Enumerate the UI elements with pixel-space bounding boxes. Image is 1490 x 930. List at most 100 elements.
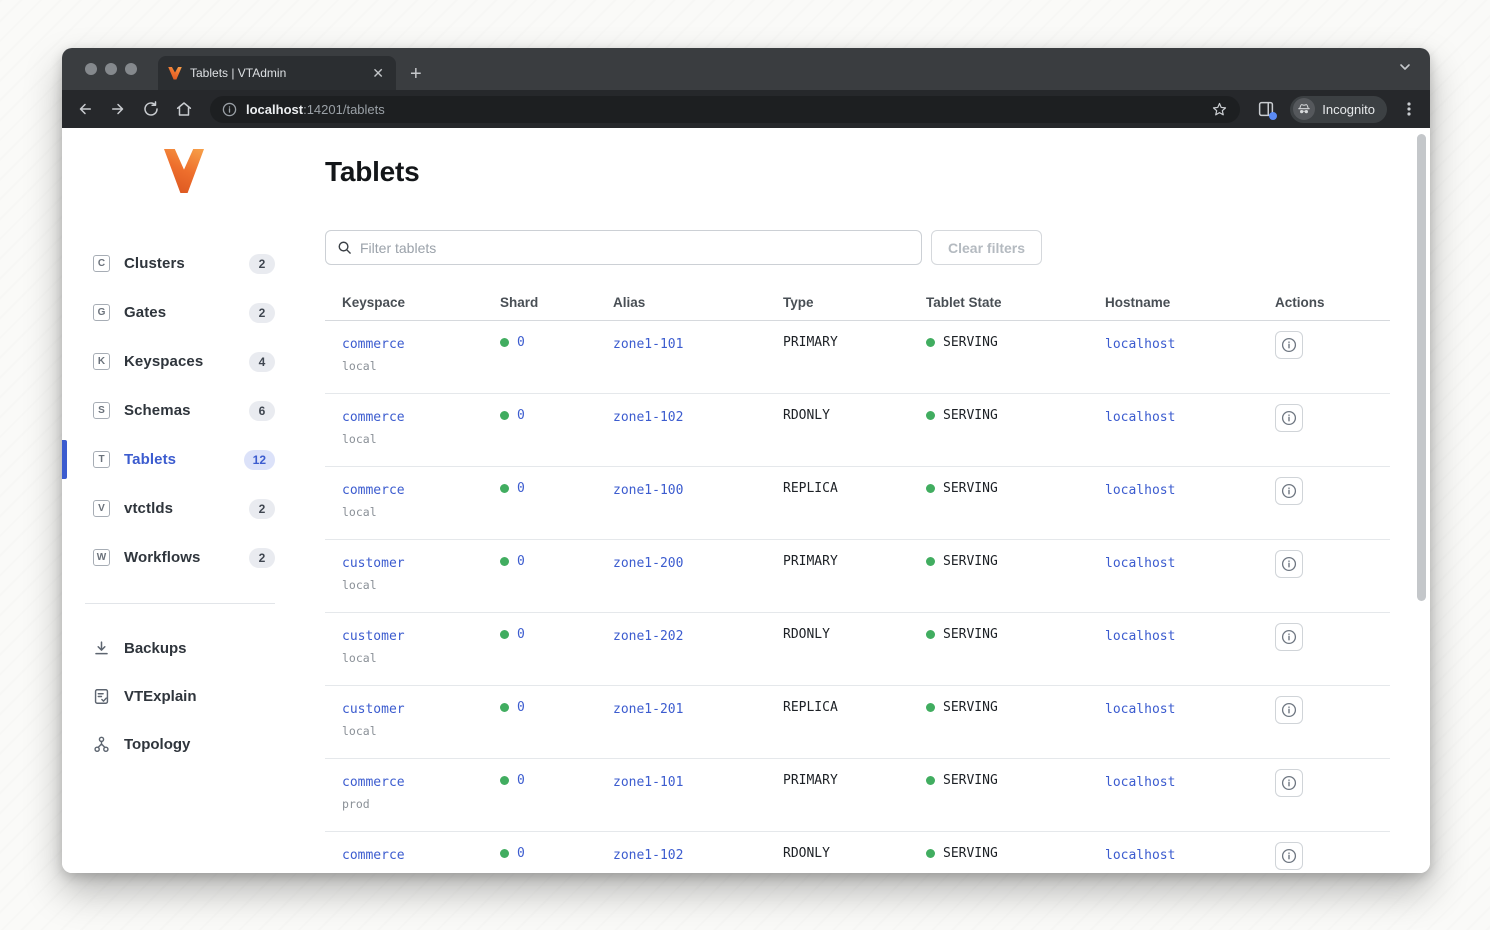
sidebar-item-label: Backups xyxy=(124,640,187,657)
tablet-info-button[interactable] xyxy=(1275,550,1303,578)
home-icon[interactable] xyxy=(175,100,193,118)
count-badge: 12 xyxy=(244,450,275,470)
column-header-type: Type xyxy=(783,295,926,310)
sidebar-item-keyspaces[interactable]: K Keyspaces 4 xyxy=(93,337,275,386)
hostname-link[interactable]: localhost xyxy=(1105,775,1175,790)
sidebar-item-workflows[interactable]: W Workflows 2 xyxy=(93,533,275,582)
url-bar[interactable]: localhost:14201/tablets xyxy=(210,96,1240,123)
tablet-state: SERVING xyxy=(943,700,998,715)
new-tab-button[interactable]: + xyxy=(410,64,422,84)
hostname-link[interactable]: localhost xyxy=(1105,410,1175,425)
keyspace-link[interactable]: commerce xyxy=(342,410,405,425)
site-info-icon[interactable] xyxy=(222,102,237,117)
table-header-row: Keyspace Shard Alias Type Tablet State H… xyxy=(325,295,1390,321)
hostname-link[interactable]: localhost xyxy=(1105,483,1175,498)
tablet-alias-link[interactable]: zone1-200 xyxy=(613,556,683,571)
back-icon[interactable] xyxy=(76,100,94,118)
shard-link[interactable]: 0 xyxy=(517,481,525,496)
chevron-down-icon[interactable] xyxy=(1398,60,1412,74)
tablet-info-button[interactable] xyxy=(1275,769,1303,797)
sidebar-item-gates[interactable]: G Gates 2 xyxy=(93,288,275,337)
tablet-alias-link[interactable]: zone1-101 xyxy=(613,775,683,790)
serving-status-dot-icon xyxy=(926,338,935,347)
browser-tab[interactable]: Tablets | VTAdmin ✕ xyxy=(158,56,396,90)
tablet-state: SERVING xyxy=(943,408,998,423)
sidebar-item-vtexplain[interactable]: VTExplain xyxy=(93,672,275,720)
sidebar-item-label: Topology xyxy=(124,736,190,753)
table-row: customer local 0 zone1-200 PRIMARY SERVI… xyxy=(325,540,1390,613)
shard-link[interactable]: 0 xyxy=(517,408,525,423)
keyspace-link[interactable]: customer xyxy=(342,702,405,717)
minimize-window-button[interactable] xyxy=(105,63,117,75)
keyspace-link[interactable]: commerce xyxy=(342,775,405,790)
tablet-state: SERVING xyxy=(943,773,998,788)
tablet-alias-link[interactable]: zone1-202 xyxy=(613,629,683,644)
tablet-alias-link[interactable]: zone1-102 xyxy=(613,848,683,863)
tablet-info-button[interactable] xyxy=(1275,623,1303,651)
info-icon xyxy=(1281,702,1297,718)
tab-close-icon[interactable]: ✕ xyxy=(370,66,386,80)
sidebar-item-schemas[interactable]: S Schemas 6 xyxy=(93,386,275,435)
tablet-alias-link[interactable]: zone1-101 xyxy=(613,337,683,352)
side-panel-icon[interactable] xyxy=(1257,100,1275,118)
maximize-window-button[interactable] xyxy=(125,63,137,75)
tablet-type: RDONLY xyxy=(783,846,926,861)
url-text[interactable]: localhost:14201/tablets xyxy=(246,102,1202,117)
tablet-alias-link[interactable]: zone1-102 xyxy=(613,410,683,425)
serving-status-dot-icon xyxy=(926,484,935,493)
tablet-alias-link[interactable]: zone1-100 xyxy=(613,483,683,498)
sidebar-item-backups[interactable]: Backups xyxy=(93,624,275,672)
table-body: commerce local 0 zone1-101 PRIMARY SERVI… xyxy=(325,321,1390,873)
shard-link[interactable]: 0 xyxy=(517,335,525,350)
cluster-name: local xyxy=(342,505,500,519)
shard-link[interactable]: 0 xyxy=(517,846,525,861)
tablet-info-button[interactable] xyxy=(1275,404,1303,432)
keyspace-link[interactable]: commerce xyxy=(342,848,405,863)
sidebar-item-tablets[interactable]: T Tablets 12 xyxy=(93,435,275,484)
cluster-name: prod xyxy=(342,797,500,811)
tablet-type: RDONLY xyxy=(783,408,926,423)
table-row: commerce local 0 zone1-100 REPLICA SERVI… xyxy=(325,467,1390,540)
forward-icon[interactable] xyxy=(109,100,127,118)
vertical-scrollbar[interactable] xyxy=(1417,134,1426,601)
tablet-type: PRIMARY xyxy=(783,554,926,569)
tablet-info-button[interactable] xyxy=(1275,331,1303,359)
window-controls xyxy=(85,63,137,75)
hostname-link[interactable]: localhost xyxy=(1105,848,1175,863)
tablet-info-button[interactable] xyxy=(1275,696,1303,724)
tab-title: Tablets | VTAdmin xyxy=(190,66,362,80)
keyspace-link[interactable]: customer xyxy=(342,629,405,644)
reload-icon[interactable] xyxy=(142,100,160,118)
url-host: localhost xyxy=(246,102,303,117)
sidebar-item-topology[interactable]: Topology xyxy=(93,720,275,768)
vitess-logo[interactable] xyxy=(164,149,204,193)
clusters-letter-icon: C xyxy=(93,255,110,272)
topology-icon xyxy=(92,735,111,754)
clear-filters-button[interactable]: Clear filters xyxy=(931,230,1042,265)
shard-link[interactable]: 0 xyxy=(517,700,525,715)
hostname-link[interactable]: localhost xyxy=(1105,702,1175,717)
bookmark-star-icon[interactable] xyxy=(1211,101,1228,118)
tablet-alias-link[interactable]: zone1-201 xyxy=(613,702,683,717)
hostname-link[interactable]: localhost xyxy=(1105,556,1175,571)
shard-link[interactable]: 0 xyxy=(517,773,525,788)
keyspace-link[interactable]: commerce xyxy=(342,337,405,352)
tablet-info-button[interactable] xyxy=(1275,477,1303,505)
hostname-link[interactable]: localhost xyxy=(1105,337,1175,352)
keyspace-link[interactable]: customer xyxy=(342,556,405,571)
sidebar-item-vtctlds[interactable]: V vtctlds 2 xyxy=(93,484,275,533)
hostname-link[interactable]: localhost xyxy=(1105,629,1175,644)
sidebar-item-clusters[interactable]: C Clusters 2 xyxy=(93,239,275,288)
filter-tablets-input[interactable] xyxy=(360,240,910,256)
tablet-info-button[interactable] xyxy=(1275,842,1303,870)
shard-link[interactable]: 0 xyxy=(517,627,525,642)
serving-status-dot-icon xyxy=(926,411,935,420)
sidebar-item-label: Keyspaces xyxy=(124,353,203,370)
shard-link[interactable]: 0 xyxy=(517,554,525,569)
browser-menu-icon[interactable] xyxy=(1402,100,1416,118)
filter-row: Clear filters xyxy=(325,230,1390,265)
keyspace-link[interactable]: commerce xyxy=(342,483,405,498)
close-window-button[interactable] xyxy=(85,63,97,75)
shard-status-dot-icon xyxy=(500,484,509,493)
page-content: C Clusters 2 G Gates 2 K Keyspaces 4 S S… xyxy=(62,128,1430,873)
